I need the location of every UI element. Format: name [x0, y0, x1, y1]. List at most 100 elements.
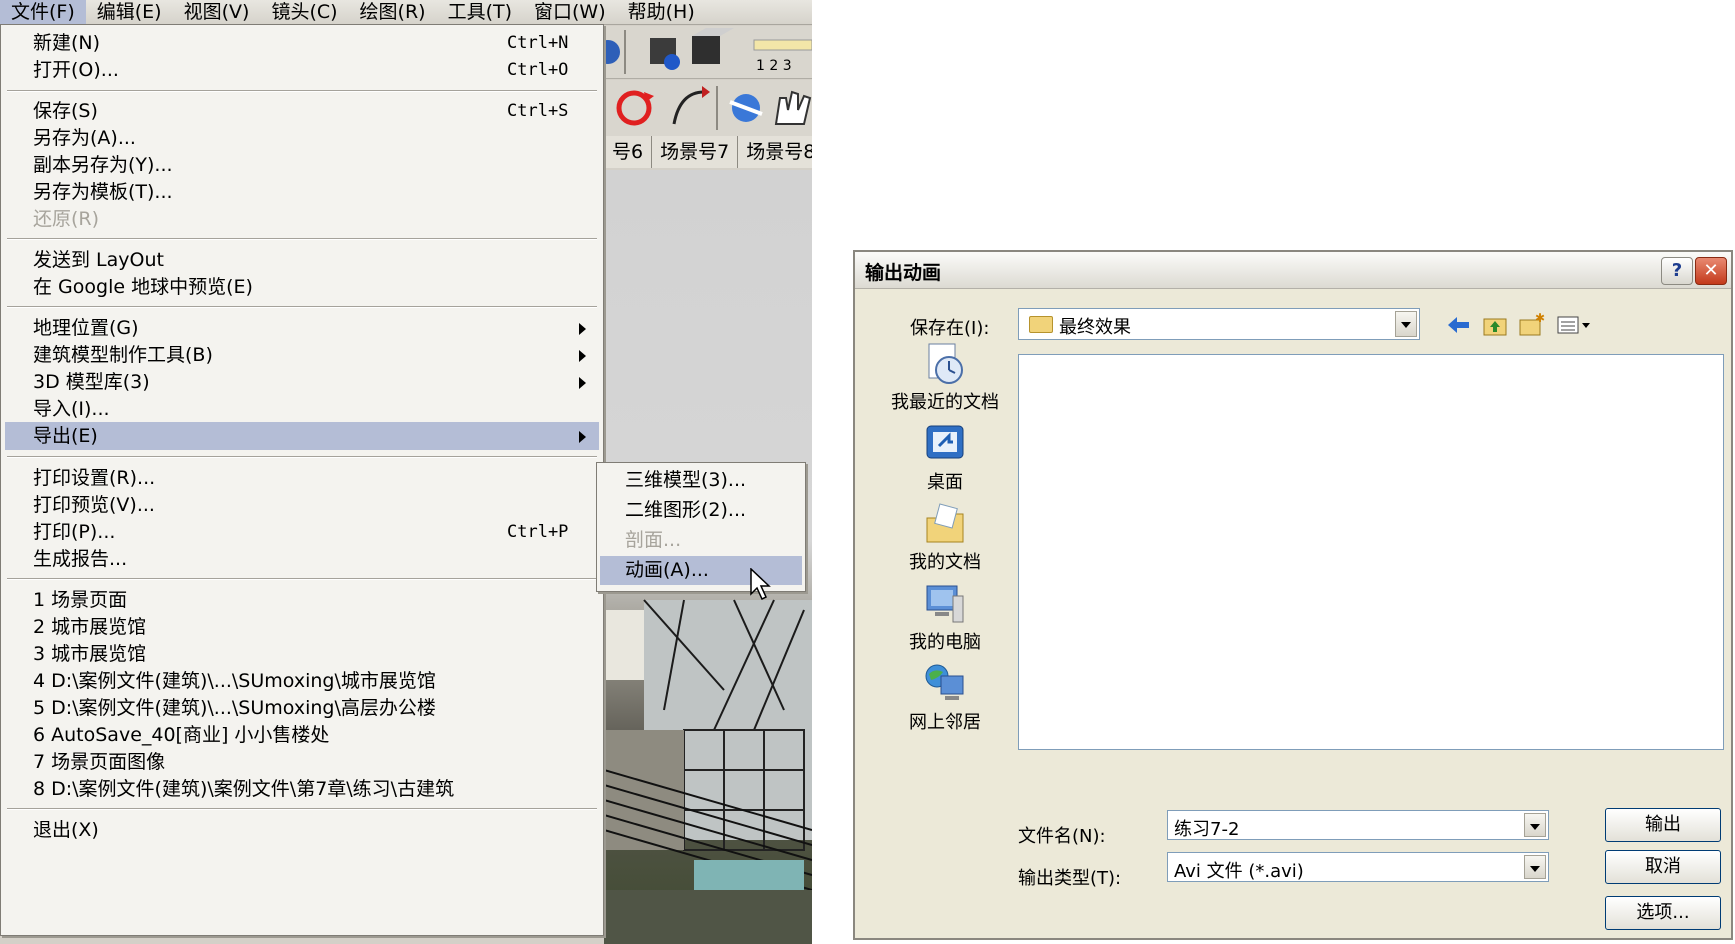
- new-folder-icon[interactable]: ✱: [1517, 312, 1545, 338]
- menu-item-export[interactable]: 导出(E): [5, 422, 599, 450]
- view-menu-icon[interactable]: [1555, 312, 1593, 338]
- recent-file-item[interactable]: 4 D:\案例文件(建筑)\...\SUmoxing\城市展览馆: [5, 667, 599, 695]
- recent-file-item[interactable]: 3 城市展览馆: [5, 640, 599, 668]
- menu-separator: [7, 238, 597, 240]
- filename-input[interactable]: 练习7-2: [1167, 810, 1549, 840]
- recent-file-item[interactable]: 7 场景页面图像: [5, 748, 599, 776]
- chevron-down-icon[interactable]: [1524, 855, 1546, 879]
- my-computer-icon: [926, 585, 964, 623]
- place-recent-documents[interactable]: 我最近的文档: [865, 342, 1025, 414]
- file-menu: 新建(N) Ctrl+N 打开(O)... Ctrl+O 保存(S) Ctrl+S 另…: [0, 24, 604, 936]
- menu-separator: [7, 578, 597, 580]
- menu-view[interactable]: 视图(V): [173, 0, 261, 24]
- menu-item-generate-report[interactable]: 生成报告...: [5, 545, 599, 573]
- file-list[interactable]: [1018, 354, 1724, 750]
- chevron-down-icon[interactable]: [1524, 813, 1546, 837]
- back-arrow-icon[interactable]: [1445, 312, 1473, 338]
- recent-file-item[interactable]: 2 城市展览馆: [5, 613, 599, 641]
- file-type-label: 输出类型(T):: [1018, 868, 1122, 889]
- recent-file-item[interactable]: 6 AutoSave_40[商业] 小小售楼处: [5, 721, 599, 749]
- menu-separator: [7, 306, 597, 308]
- submenu-item-3d-model[interactable]: 三维模型(3)...: [600, 466, 802, 495]
- toolbar-icons: 1 2 3: [596, 28, 812, 74]
- my-documents-icon: [926, 503, 964, 543]
- menu-item-new[interactable]: 新建(N) Ctrl+N: [5, 29, 599, 57]
- menu-item-save-template[interactable]: 另存为模板(T)...: [5, 178, 599, 206]
- up-folder-icon[interactable]: [1481, 312, 1509, 338]
- menu-bar: 文件(F) 编辑(E) 视图(V) 镜头(C) 绘图(R) 工具(T) 窗口(W…: [0, 0, 812, 25]
- file-type-dropdown[interactable]: Avi 文件 (*.avi): [1167, 852, 1549, 882]
- component-icon: [692, 28, 734, 64]
- menu-item-send-layout[interactable]: 发送到 LayOut: [5, 246, 599, 274]
- help-button[interactable]: ?: [1661, 257, 1693, 285]
- menu-tools[interactable]: 工具(T): [437, 0, 523, 24]
- menu-separator: [7, 808, 597, 810]
- submenu-arrow-icon: [579, 377, 586, 389]
- model-info-icon: [650, 38, 680, 70]
- close-button[interactable]: ✕: [1695, 257, 1727, 285]
- options-button[interactable]: 选项...: [1605, 896, 1721, 930]
- svg-text:✱: ✱: [1535, 312, 1545, 325]
- sketchup-window: 文件(F) 编辑(E) 视图(V) 镜头(C) 绘图(R) 工具(T) 窗口(W…: [0, 0, 812, 944]
- page-numbers: 1 2 3: [756, 58, 792, 74]
- network-places-icon: [925, 664, 964, 700]
- desktop-icon: [926, 425, 964, 459]
- cancel-button[interactable]: 取消: [1605, 850, 1721, 884]
- tab-scene-7[interactable]: 场景号7: [652, 136, 739, 168]
- sphere-icon: [596, 40, 620, 64]
- export-button[interactable]: 输出: [1605, 808, 1721, 842]
- place-my-computer[interactable]: 我的电脑: [865, 582, 1025, 654]
- menu-window[interactable]: 窗口(W): [523, 0, 617, 24]
- menu-item-print-setup[interactable]: 打印设置(R)...: [5, 464, 599, 492]
- menu-item-exit[interactable]: 退出(X): [5, 816, 599, 844]
- menu-item-import[interactable]: 导入(I)...: [5, 395, 599, 423]
- menu-draw[interactable]: 绘图(R): [349, 0, 437, 24]
- menu-item-geo-location[interactable]: 地理位置(G): [5, 314, 599, 342]
- save-in-dropdown[interactable]: 最终效果: [1018, 308, 1420, 340]
- submenu-item-2d-graphic[interactable]: 二维图形(2)...: [600, 496, 802, 525]
- mouse-cursor-icon: [750, 568, 771, 601]
- export-animation-dialog: 输出动画 ? ✕ 保存在(I): 最终效果 ✱ 我最近的文档 桌面 我的文档 我…: [853, 250, 1733, 940]
- recent-documents-icon: [928, 343, 963, 384]
- menu-file[interactable]: 文件(F): [0, 0, 86, 24]
- walk-icon: [672, 86, 710, 125]
- menu-item-open[interactable]: 打开(O)... Ctrl+O: [5, 56, 599, 84]
- menu-item-preview-google-earth[interactable]: 在 Google 地球中预览(E): [5, 273, 599, 301]
- tab-scene-8[interactable]: 场景号8: [738, 136, 812, 168]
- menu-item-print[interactable]: 打印(P)... Ctrl+P: [5, 518, 599, 546]
- menu-item-building-tools[interactable]: 建筑模型制作工具(B): [5, 341, 599, 369]
- menu-item-save-copy[interactable]: 副本另存为(Y)...: [5, 151, 599, 179]
- menu-item-revert: 还原(R): [33, 208, 100, 230]
- submenu-arrow-icon: [579, 350, 586, 362]
- recent-file-item[interactable]: 8 D:\案例文件(建筑)\案例文件\第7章\练习\古建筑: [5, 775, 599, 803]
- pan-hand-icon: [774, 90, 812, 125]
- place-desktop[interactable]: 桌面: [865, 422, 1025, 494]
- tab-scene-6[interactable]: 号6: [604, 136, 653, 168]
- menu-item-save[interactable]: 保存(S) Ctrl+S: [5, 97, 599, 125]
- submenu-arrow-icon: [579, 323, 586, 335]
- menu-item-save-as[interactable]: 另存为(A)...: [5, 124, 599, 152]
- recent-file-item[interactable]: 1 场景页面: [5, 586, 599, 614]
- menu-separator: [7, 90, 597, 92]
- place-network[interactable]: 网上邻居: [865, 662, 1025, 734]
- submenu-item-section: 剖面...: [625, 529, 682, 551]
- chevron-down-icon[interactable]: [1395, 311, 1417, 337]
- menu-edit[interactable]: 编辑(E): [86, 0, 173, 24]
- menu-help[interactable]: 帮助(H): [617, 0, 706, 24]
- menu-item-3d-warehouse[interactable]: 3D 模型库(3): [5, 368, 599, 396]
- folder-icon: [1029, 316, 1053, 333]
- place-my-documents[interactable]: 我的文档: [865, 502, 1025, 574]
- filename-label: 文件名(N):: [1018, 826, 1106, 847]
- save-in-value: 最终效果: [1059, 317, 1131, 338]
- recent-file-item[interactable]: 5 D:\案例文件(建筑)\...\SUmoxing\高层办公楼: [5, 694, 599, 722]
- menu-camera[interactable]: 镜头(C): [260, 0, 348, 24]
- scene-tabs: 号6 场景号7 场景号8: [604, 136, 812, 168]
- toolbar-nav: [604, 80, 812, 137]
- places-bar: 我最近的文档 桌面 我的文档 我的电脑 网上邻居: [865, 342, 1025, 742]
- refresh-icon: [616, 90, 654, 126]
- menu-item-print-preview[interactable]: 打印预览(V)...: [5, 491, 599, 519]
- export-submenu: 三维模型(3)... 二维图形(2)... 剖面... 动画(A)...: [596, 462, 806, 592]
- toolbar-top: 1 2 3: [596, 26, 812, 79]
- save-in-label: 保存在(I):: [910, 318, 990, 339]
- submenu-arrow-icon: [579, 431, 586, 443]
